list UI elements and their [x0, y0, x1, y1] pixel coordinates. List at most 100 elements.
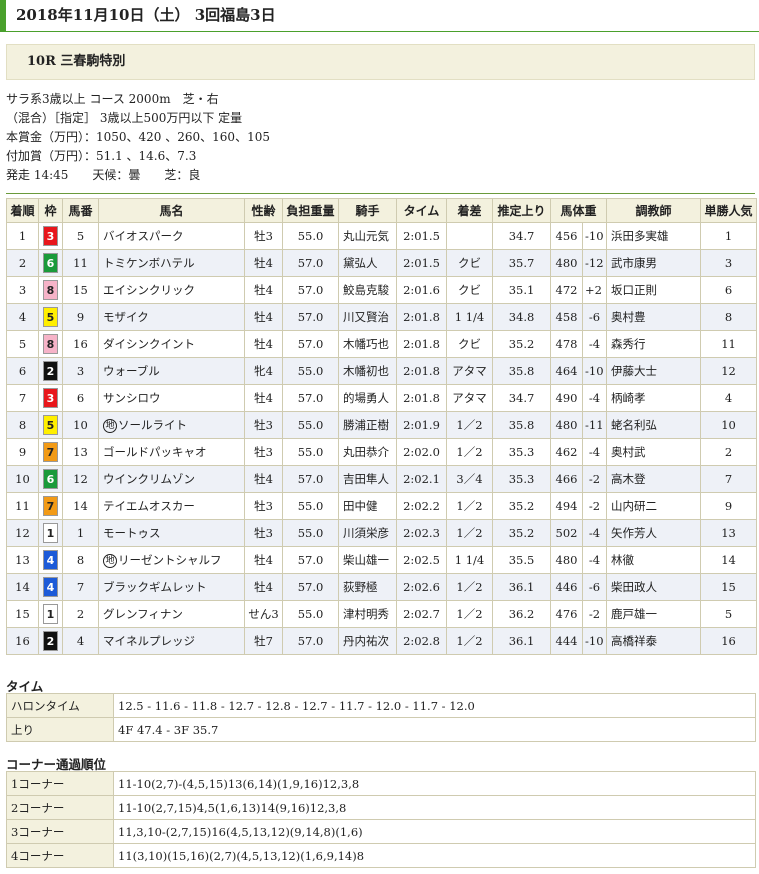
- waku-cell: 7: [38, 492, 63, 520]
- last3f-cell: 34.7: [492, 384, 551, 412]
- trainer-cell: 森秀行: [606, 330, 702, 358]
- horse-name-cell: ダイシンクイント: [98, 330, 245, 358]
- trainer-cell: 矢作芳人: [606, 519, 702, 547]
- popularity-cell: 3: [700, 249, 758, 277]
- results-header-row: 着順 枠 馬番 馬名 性齢 負担重量 騎手 タイム 着差 推定上り 馬体重 調教…: [6, 198, 758, 223]
- body-weight-cell: 480: [550, 249, 583, 277]
- margin-cell: 1／2: [446, 600, 493, 628]
- waku-cell: 2: [38, 357, 63, 385]
- time-cell: 2:01.5: [396, 222, 447, 250]
- horse-name-link[interactable]: リーゼントシャルフ: [118, 553, 222, 567]
- sex-age-cell: 牡4: [244, 303, 283, 331]
- row-value: 11,3,10-(2,7,15)16(4,5,13,12)(9,14,8)(1,…: [113, 819, 756, 844]
- position-cell: 3: [6, 276, 39, 304]
- table-row: 上り 4F 47.4 - 3F 35.7: [6, 717, 756, 742]
- weight-cell: 55.0: [282, 222, 339, 250]
- popularity-cell: 10: [700, 411, 758, 439]
- waku-badge: 7: [43, 496, 58, 516]
- weight-cell: 57.0: [282, 384, 339, 412]
- condition-line: サラ系3歳以上 コース 2000m 芝・右: [6, 92, 219, 106]
- time-cell: 2:01.8: [396, 357, 447, 385]
- col-header: 枠: [38, 198, 63, 223]
- horse-name-link[interactable]: ソールライト: [118, 418, 187, 432]
- margin-cell: 1／2: [446, 519, 493, 547]
- condition-line: 発走 14:45 天候：曇 芝：良: [6, 168, 201, 182]
- body-weight-cell: 466: [550, 465, 583, 493]
- horse-name-link[interactable]: エイシンクリック: [103, 283, 195, 297]
- table-row: 1 3 5 バイオスパーク 牡3 55.0 丸山元気 2:01.5 34.7 456 -10 浜田多実…: [6, 222, 758, 250]
- table-row: 4 5 9 モザイク 牡4 57.0 川又賢治 2:01.8 1 1/4 34.8 458 -6 奥村豊…: [6, 303, 758, 331]
- local-horse-mark: 地: [103, 419, 117, 433]
- time-cell: 2:02.6: [396, 573, 447, 601]
- table-row: 6 2 3 ウォーブル 牝4 55.0 木幡初也 2:01.8 アタマ 35.8 464 -10 伊藤大…: [6, 357, 758, 385]
- jockey-cell: 丸山元気: [338, 222, 397, 250]
- body-weight-cell: 490: [550, 384, 583, 412]
- horse-name-cell: サンシロウ: [98, 384, 245, 412]
- waku-cell: 1: [38, 519, 63, 547]
- row-value: 11-10(2,7)-(4,5,15)13(6,14)(1,9,16)12,3,…: [113, 771, 756, 796]
- horse-number-cell: 2: [62, 600, 99, 628]
- horse-name-link[interactable]: ウインクリムゾン: [103, 472, 195, 486]
- waku-badge: 8: [43, 280, 58, 300]
- horse-name-link[interactable]: ダイシンクイント: [103, 337, 195, 351]
- condition-line: 付加賞（万円）：51.1 、14.6、7.3: [6, 149, 197, 163]
- trainer-cell: 柄崎孝: [606, 384, 702, 412]
- trainer-cell: 浜田多実雄: [606, 222, 702, 250]
- corner-table: 1コーナー 11-10(2,7)-(4,5,15)13(6,14)(1,9,16…: [6, 771, 756, 868]
- horse-name-link[interactable]: マイネルプレッジ: [103, 634, 195, 648]
- last3f-cell: 35.2: [492, 330, 551, 358]
- results-table: 着順 枠 馬番 馬名 性齢 負担重量 騎手 タイム 着差 推定上り 馬体重 調教…: [6, 198, 758, 655]
- position-cell: 9: [6, 438, 39, 466]
- time-cell: 2:02.8: [396, 627, 447, 655]
- horse-name-cell: モザイク: [98, 303, 245, 331]
- horse-name-link[interactable]: グレンフィナン: [103, 607, 183, 621]
- waku-badge: 4: [43, 577, 58, 597]
- horse-name-link[interactable]: バイオスパーク: [103, 229, 184, 243]
- horse-name-link[interactable]: モザイク: [103, 310, 149, 324]
- position-cell: 7: [6, 384, 39, 412]
- waku-badge: 8: [43, 334, 58, 354]
- local-horse-mark: 地: [103, 554, 117, 568]
- horse-name-link[interactable]: ウォーブル: [103, 364, 160, 378]
- horse-name-link[interactable]: テイエムオスカー: [103, 499, 195, 513]
- row-label: 3コーナー: [6, 819, 114, 844]
- weight-diff-cell: +2: [581, 276, 608, 304]
- horse-name-cell: 地ソールライト: [98, 411, 245, 439]
- margin-cell: アタマ: [446, 357, 493, 385]
- body-weight-cell: 478: [550, 330, 583, 358]
- trainer-cell: 高木登: [606, 465, 702, 493]
- waku-badge: 2: [43, 631, 58, 651]
- weight-diff-cell: -2: [581, 465, 608, 493]
- margin-cell: [446, 222, 493, 250]
- weight-diff-cell: -4: [581, 330, 608, 358]
- horse-name-link[interactable]: トミケンボハテル: [103, 256, 195, 270]
- horse-name-link[interactable]: ブラックギムレット: [103, 580, 207, 594]
- popularity-cell: 7: [700, 465, 758, 493]
- horse-name-link[interactable]: モートゥス: [103, 526, 161, 540]
- time-cell: 2:01.5: [396, 249, 447, 277]
- waku-cell: 4: [38, 546, 63, 574]
- horse-name-cell: ゴールドパッキャオ: [98, 438, 245, 466]
- horse-name-cell: ブラックギムレット: [98, 573, 245, 601]
- weight-cell: 57.0: [282, 627, 339, 655]
- waku-badge: 6: [43, 469, 58, 489]
- horse-name-cell: エイシンクリック: [98, 276, 245, 304]
- trainer-cell: 林徹: [606, 546, 702, 574]
- horse-name-cell: 地リーゼントシャルフ: [98, 546, 245, 574]
- waku-badge: 1: [43, 523, 58, 543]
- horse-name-link[interactable]: ゴールドパッキャオ: [103, 445, 207, 459]
- table-row: 9 7 13 ゴールドパッキャオ 牡3 55.0 丸田恭介 2:02.0 1／2 35.3 462-…: [6, 438, 758, 466]
- page-title: 2018年11月10日（土） 3回福島3日: [0, 0, 759, 32]
- waku-cell: 8: [38, 276, 63, 304]
- position-cell: 2: [6, 249, 39, 277]
- horse-name-cell: グレンフィナン: [98, 600, 245, 628]
- horse-name-link[interactable]: サンシロウ: [103, 391, 161, 405]
- jockey-cell: 黛弘人: [338, 249, 397, 277]
- waku-badge: 3: [43, 226, 58, 246]
- horse-number-cell: 11: [62, 249, 99, 277]
- body-weight-cell: 444: [550, 627, 583, 655]
- weight-diff-cell: -6: [581, 573, 608, 601]
- sex-age-cell: 牡3: [244, 411, 283, 439]
- weight-diff-cell: -10: [581, 222, 608, 250]
- last3f-cell: 34.7: [492, 222, 551, 250]
